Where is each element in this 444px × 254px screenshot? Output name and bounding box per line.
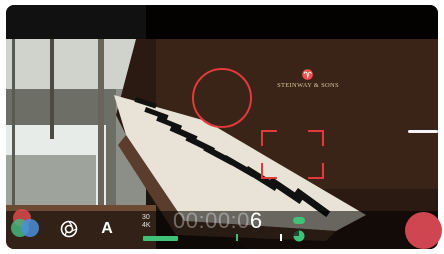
level-tick xyxy=(236,234,238,241)
record-timecode: 00:00:06 xyxy=(173,208,263,233)
color-balls-icon[interactable] xyxy=(8,206,44,242)
battery-pie-icon xyxy=(293,230,305,242)
auto-icon[interactable]: A xyxy=(98,219,116,239)
resolution-label: 4K xyxy=(142,222,151,229)
storage-pill-icon xyxy=(293,217,305,224)
format-readout[interactable]: 30 4K xyxy=(142,214,151,230)
piano-brand-logo: ♈ STEINWAY & SONS xyxy=(274,70,342,90)
record-button[interactable] xyxy=(405,212,442,249)
exposure-reticle[interactable] xyxy=(261,130,324,179)
audio-level-meter xyxy=(143,236,178,241)
focus-reticle[interactable] xyxy=(192,68,252,128)
top-status-bar xyxy=(6,5,438,39)
horizon-level-indicator xyxy=(408,130,438,133)
lyre-icon: ♈ xyxy=(301,70,315,81)
frame-rate-label: 30 xyxy=(142,214,150,221)
level-tick-white xyxy=(280,234,282,241)
aperture-icon[interactable] xyxy=(60,220,78,238)
